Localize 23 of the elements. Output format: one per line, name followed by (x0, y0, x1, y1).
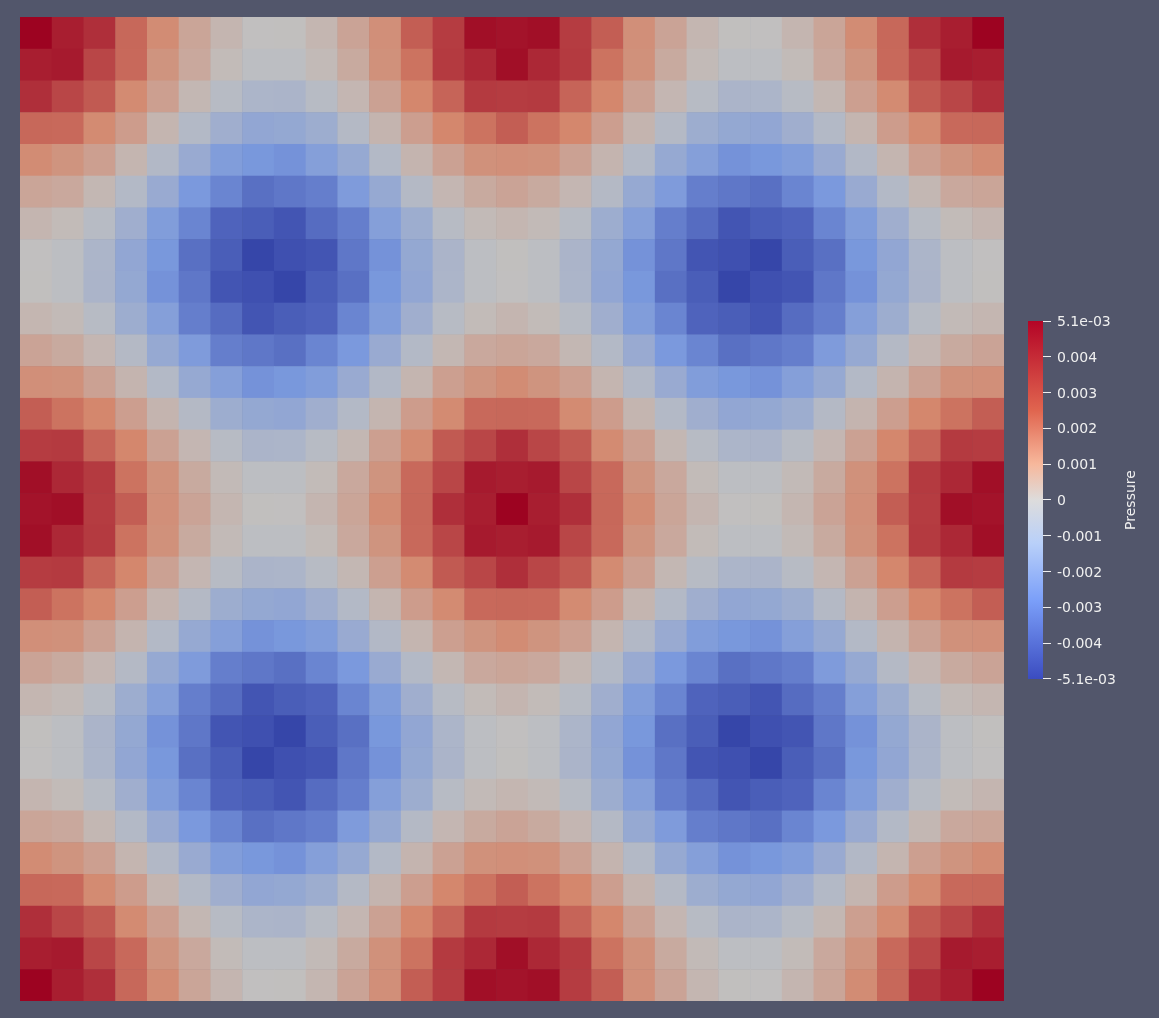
tick-label: 0.003 (1057, 384, 1098, 401)
tick-label: -5.1e-03 (1057, 670, 1116, 687)
tick-label: 5.1e-03 (1057, 313, 1111, 329)
tick-mark (1043, 499, 1051, 501)
legend-title: Pressure (1121, 470, 1138, 530)
tick-mark (1043, 427, 1051, 429)
tick-mark (1043, 356, 1051, 358)
tick-mark (1043, 463, 1051, 465)
tick-label: 0.002 (1057, 420, 1098, 437)
tick-label: 0 (1057, 492, 1066, 508)
tick-label: -0.001 (1057, 527, 1103, 544)
tick-mark (1043, 392, 1051, 394)
tick-mark (1043, 678, 1051, 680)
tick-mark (1043, 535, 1051, 537)
tick-label: 0.001 (1057, 456, 1098, 473)
tick-mark (1043, 642, 1051, 644)
tick-label: -0.003 (1057, 599, 1103, 616)
tick-mark (1043, 320, 1051, 322)
tick-label: -0.002 (1057, 563, 1103, 580)
tick-mark (1043, 571, 1051, 573)
tick-label: 0.004 (1057, 348, 1098, 365)
tick-label: -0.004 (1057, 635, 1103, 652)
tick-mark (1043, 606, 1051, 608)
